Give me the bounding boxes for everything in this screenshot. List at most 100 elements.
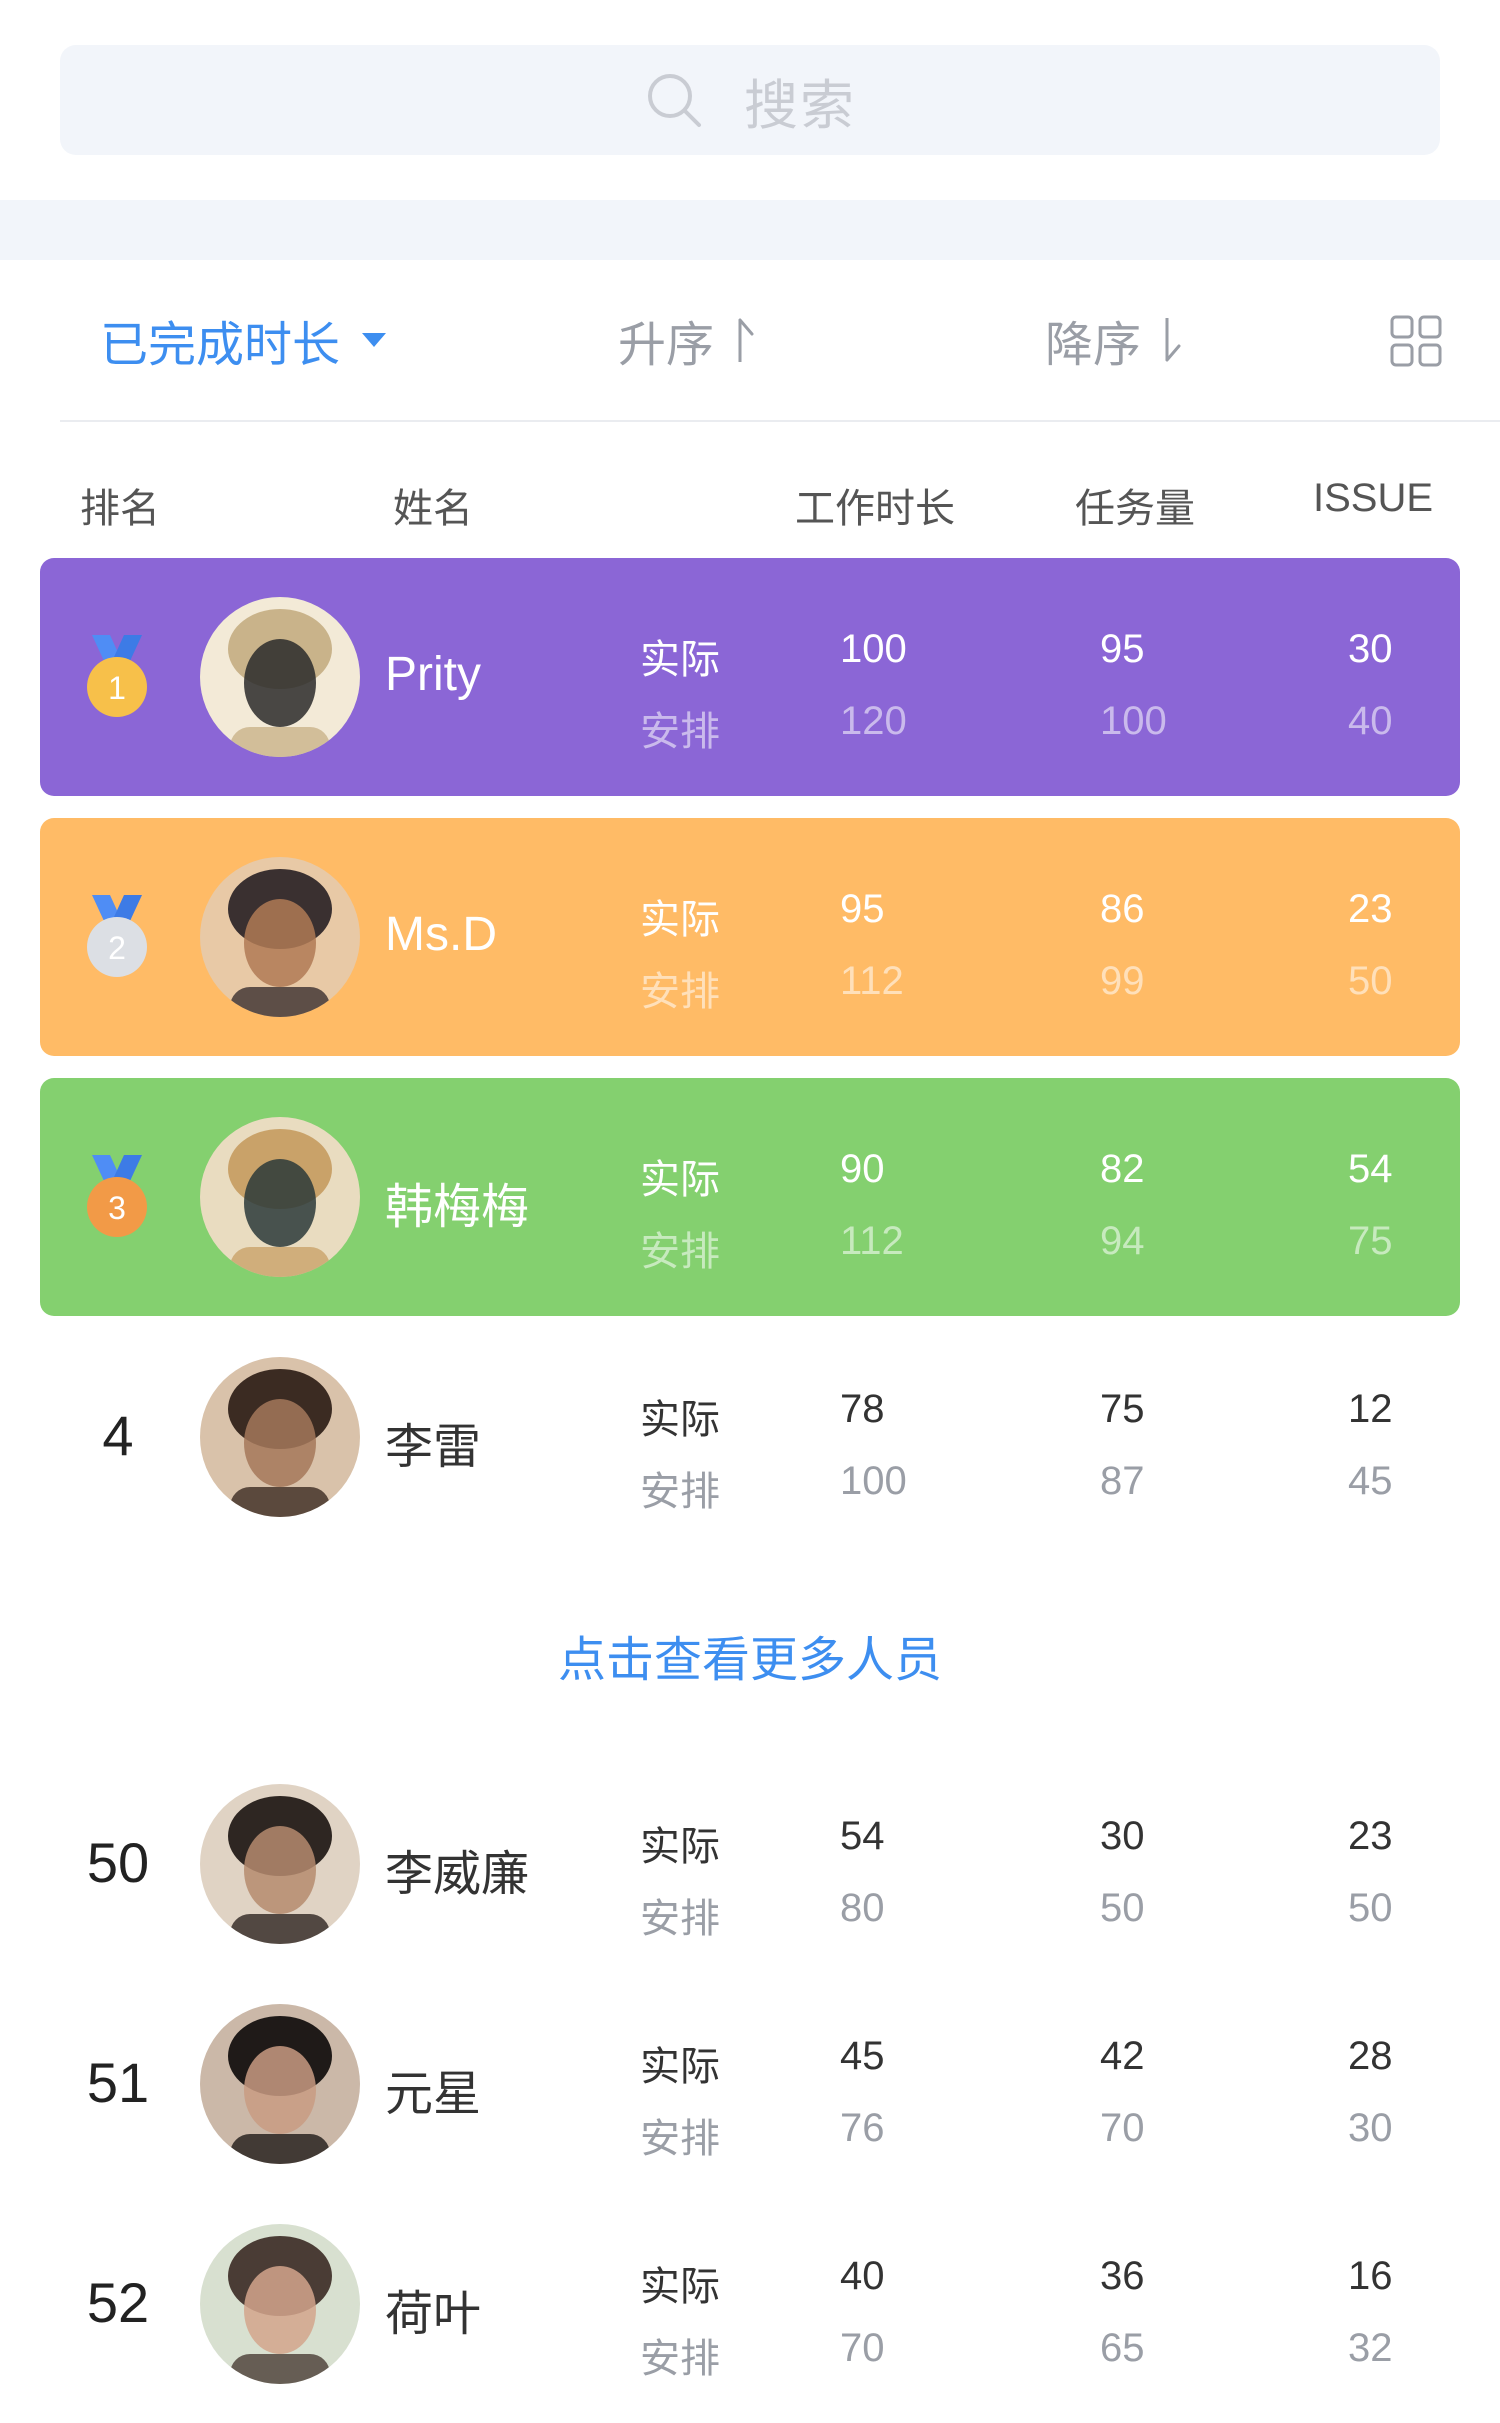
medal-icon: 1: [87, 635, 147, 717]
tasks-planned: 65: [1100, 2326, 1145, 2370]
person-name: Ms.D: [385, 908, 497, 961]
hours-actual: 100: [840, 627, 907, 671]
sort-asc-label: 升序: [618, 319, 715, 372]
actual-label: 实际: [640, 2045, 720, 2089]
issue-actual: 12: [1348, 1387, 1393, 1431]
issue-actual: 23: [1348, 1814, 1393, 1858]
header-hours: 工作时长: [795, 487, 955, 531]
issue-planned: 45: [1348, 1459, 1393, 1503]
tasks-actual: 95: [1100, 627, 1145, 671]
arrow-down-icon: [1165, 318, 1181, 362]
ranking-row[interactable]: 50 李威廉 实际 安排 54 80 30 50 23 50: [40, 1745, 1460, 1983]
rank-number: 51: [86, 2051, 150, 2114]
actual-label: 实际: [640, 2265, 720, 2309]
sort-divider: [60, 420, 1500, 422]
header-issue: ISSUE: [1313, 476, 1434, 520]
person-name: 元星: [385, 2068, 482, 2121]
grid-view-icon[interactable]: [1390, 315, 1442, 367]
issue-actual: 54: [1348, 1147, 1393, 1191]
tasks-planned: 99: [1100, 959, 1145, 1003]
hours-planned: 112: [840, 1219, 904, 1263]
avatar: [200, 2004, 360, 2164]
hours-actual: 54: [840, 1814, 885, 1858]
svg-text:3: 3: [108, 1190, 126, 1226]
issue-planned: 50: [1348, 959, 1393, 1003]
planned-label: 安排: [640, 710, 720, 754]
issue-actual: 30: [1348, 627, 1393, 671]
svg-text:2: 2: [108, 930, 126, 966]
hours-planned: 100: [840, 1459, 907, 1503]
sort-desc-label: 降序: [1045, 319, 1142, 372]
planned-label: 安排: [640, 1470, 720, 1514]
ranking-row[interactable]: 52 荷叶 实际 安排 40 70 36 65 16 32: [40, 2185, 1460, 2423]
section-divider-band: [0, 200, 1500, 260]
planned-label: 安排: [640, 1897, 720, 1941]
tasks-planned: 94: [1100, 1219, 1145, 1263]
person-name: 荷叶: [385, 2288, 482, 2341]
hours-actual: 78: [840, 1387, 885, 1431]
header-tasks: 任务量: [1075, 487, 1195, 531]
hours-actual: 45: [840, 2034, 885, 2078]
ranking-row[interactable]: 1 Prity 实际 安排 100 120 95 100 30 40: [40, 558, 1460, 796]
tasks-actual: 82: [1100, 1147, 1145, 1191]
table-header: 排名 姓名 工作时长 任务量 ISSUE: [0, 470, 1500, 531]
tasks-actual: 86: [1100, 887, 1145, 931]
search-input[interactable]: 搜索: [60, 45, 1440, 155]
hours-planned: 70: [840, 2326, 885, 2370]
hours-planned: 112: [840, 959, 904, 1003]
avatar: [200, 1117, 360, 1277]
sort-descending-button[interactable]: 降序: [1045, 310, 1183, 372]
planned-label: 安排: [640, 970, 720, 1014]
sort-field-label: 已完成时长: [100, 319, 341, 372]
hours-actual: 90: [840, 1147, 885, 1191]
medal-icon: 2: [87, 895, 147, 977]
sort-bar: 已完成时长 升序 降序: [0, 260, 1500, 420]
issue-actual: 23: [1348, 887, 1393, 931]
tasks-planned: 100: [1100, 699, 1167, 743]
hours-planned: 76: [840, 2106, 885, 2150]
issue-planned: 50: [1348, 1886, 1393, 1930]
issue-actual: 16: [1348, 2254, 1393, 2298]
actual-label: 实际: [640, 898, 720, 942]
tasks-planned: 70: [1100, 2106, 1145, 2150]
view-more-link[interactable]: 点击查看更多人员: [0, 1620, 1500, 1690]
tasks-planned: 50: [1100, 1886, 1145, 1930]
actual-label: 实际: [640, 1158, 720, 1202]
hours-planned: 120: [840, 699, 907, 743]
issue-planned: 32: [1348, 2326, 1393, 2370]
svg-text:1: 1: [108, 670, 126, 706]
avatar: [200, 2224, 360, 2384]
sort-ascending-button[interactable]: 升序: [618, 310, 756, 372]
issue-planned: 30: [1348, 2106, 1393, 2150]
ranking-row[interactable]: 2 Ms.D 实际安排 95 112 86 99 23 50: [40, 818, 1460, 1056]
avatar: [200, 1357, 360, 1517]
tasks-planned: 87: [1100, 1459, 1145, 1503]
header-name: 姓名: [393, 487, 473, 531]
person-name: 韩梅梅: [385, 1181, 530, 1234]
hours-actual: 95: [840, 887, 885, 931]
issue-planned: 75: [1348, 1219, 1393, 1263]
medal-icon: 3: [87, 1155, 147, 1237]
header-rank: 排名: [80, 487, 160, 531]
arrow-up-icon: [738, 318, 754, 362]
person-name: 李雷: [385, 1421, 482, 1474]
actual-label: 实际: [640, 1825, 720, 1869]
ranking-row[interactable]: 51 元星 实际 安排 45 76 42 70 28 30: [40, 1965, 1460, 2203]
ranking-row[interactable]: 4 李雷 实际 安排 78 100 75 87 12 45: [40, 1318, 1460, 1556]
issue-planned: 40: [1348, 699, 1393, 743]
tasks-actual: 30: [1100, 1814, 1145, 1858]
avatar: [200, 597, 360, 757]
tasks-actual: 75: [1100, 1387, 1145, 1431]
ranking-row[interactable]: 3 韩梅梅 实际安排 90 112 82 94 54 75: [40, 1078, 1460, 1316]
search-placeholder: 搜索: [744, 75, 856, 136]
planned-label: 安排: [640, 1230, 720, 1274]
planned-label: 安排: [640, 2337, 720, 2381]
issue-actual: 28: [1348, 2034, 1393, 2078]
rank-number: 52: [86, 2271, 150, 2334]
person-name: 李威廉: [385, 1848, 530, 1901]
avatar: [200, 1784, 360, 1944]
actual-label: 实际: [640, 638, 720, 682]
tasks-actual: 36: [1100, 2254, 1145, 2298]
sort-field-dropdown[interactable]: 已完成时长: [100, 310, 387, 372]
hours-planned: 80: [840, 1886, 885, 1930]
